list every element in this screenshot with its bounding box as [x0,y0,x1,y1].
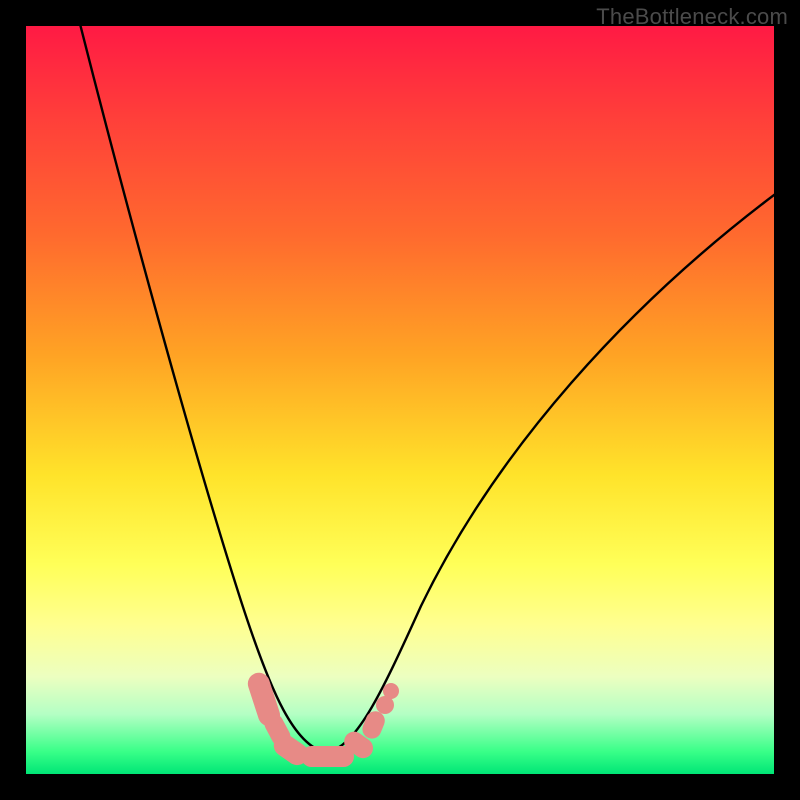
curves-layer [26,26,774,774]
marker-h [376,696,394,714]
right-curve [326,192,774,753]
left-curve [78,26,326,753]
outer-frame: TheBottleneck.com [0,0,800,800]
attribution-text: TheBottleneck.com [596,4,788,30]
marker-d [301,746,353,767]
plot-area [26,26,774,774]
